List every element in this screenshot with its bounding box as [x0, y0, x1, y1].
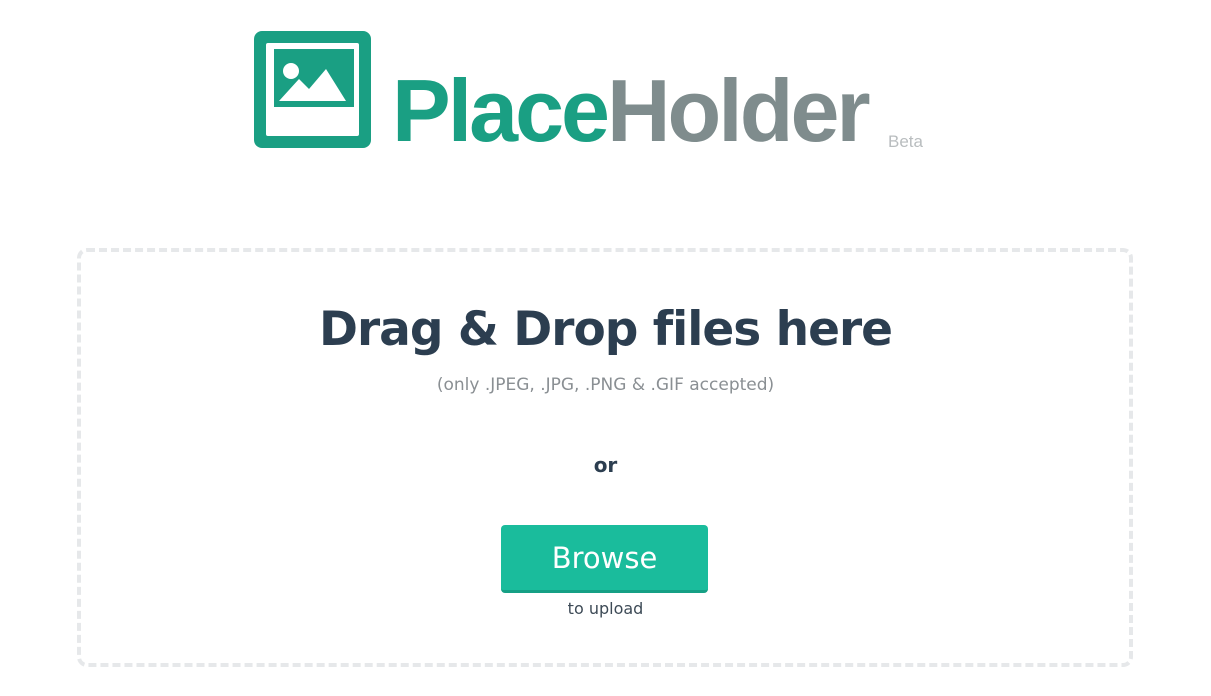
image-icon: [254, 31, 371, 148]
logo-wordmark: PlaceHolder: [392, 67, 871, 155]
drop-zone-title: Drag & Drop files here: [318, 302, 893, 357]
accepted-formats-note: (only .JPEG, .JPG, .PNG & .GIF accepted): [436, 375, 775, 395]
or-separator: or: [593, 453, 618, 477]
beta-badge: Beta: [888, 132, 923, 151]
browse-button[interactable]: Browse: [501, 525, 708, 593]
page: PlaceHolder Beta Drag & Drop files here …: [0, 0, 1211, 696]
logo[interactable]: PlaceHolder Beta: [254, 31, 934, 161]
logo-wordmark-place: Place: [392, 61, 610, 160]
logo-wordmark-holder: Holder: [606, 61, 871, 160]
upload-hint: to upload: [567, 599, 644, 618]
